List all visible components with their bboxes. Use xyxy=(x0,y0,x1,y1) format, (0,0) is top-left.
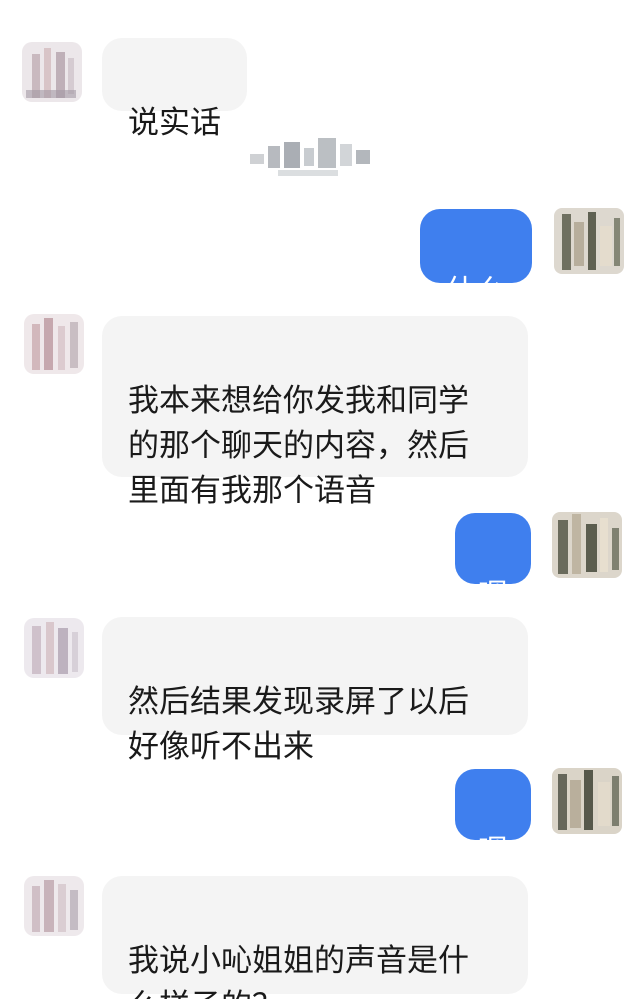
contact-avatar[interactable] xyxy=(8,28,98,118)
chat-conversation: 说实话 什么 我本来想给你发我和同学 的那个聊天的内容，然后 里面有我那个语音 … xyxy=(0,0,640,999)
user-avatar[interactable] xyxy=(544,196,634,286)
message-text: 嗯 xyxy=(477,578,509,614)
message-text: 说实话 xyxy=(128,105,221,141)
message-bubble-incoming[interactable]: 说实话 xyxy=(102,38,247,141)
message-bubble-outgoing[interactable]: 嗯 xyxy=(455,513,531,614)
message-text: 嗯 xyxy=(477,834,509,870)
message-bubble-outgoing[interactable]: 嗯 xyxy=(455,769,531,870)
user-avatar[interactable] xyxy=(542,756,632,846)
contact-avatar[interactable] xyxy=(10,300,100,390)
message-bubble-outgoing[interactable]: 什么 xyxy=(420,209,532,310)
message-bubble-incoming[interactable]: 然后结果发现录屏了以后 好像听不出来 xyxy=(102,617,528,765)
message-bubble-incoming[interactable]: 我本来想给你发我和同学 的那个聊天的内容，然后 里面有我那个语音 xyxy=(102,316,528,509)
message-text: 然后结果发现录屏了以后 好像听不出来 xyxy=(128,684,469,765)
message-bubble-incoming[interactable]: 我说小吣姐姐的声音是什 么样子的？ xyxy=(102,876,528,999)
contact-avatar[interactable] xyxy=(10,862,100,952)
user-avatar[interactable] xyxy=(542,500,632,590)
contact-avatar[interactable] xyxy=(10,604,100,694)
blurred-sticker-icon[interactable] xyxy=(238,128,388,190)
message-text: 什么 xyxy=(445,274,507,310)
message-text: 我本来想给你发我和同学 的那个聊天的内容，然后 里面有我那个语音 xyxy=(128,383,469,509)
message-text: 我说小吣姐姐的声音是什 么样子的？ xyxy=(128,943,469,999)
